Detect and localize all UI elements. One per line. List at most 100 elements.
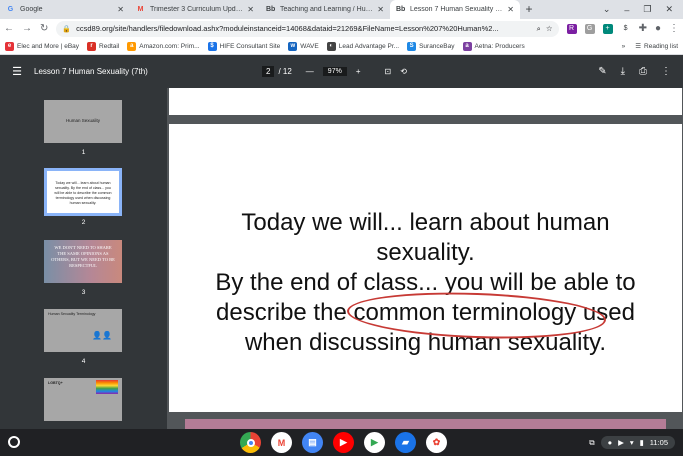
photos-icon[interactable]: ✿	[426, 432, 447, 453]
bookmark-wave[interactable]: w WAVE	[288, 41, 319, 51]
bookmark-icon: a	[127, 41, 137, 51]
zoom-search-icon[interactable]: ⌕	[537, 24, 541, 34]
thumbnail-number: 2	[81, 219, 86, 226]
bookmark-icon: a	[462, 41, 472, 51]
blackboard-icon: Bb	[266, 6, 276, 13]
bookmark-ebay[interactable]: e Elec and More | eBay	[5, 41, 80, 51]
blackboard-icon: Bb	[396, 6, 406, 13]
tab-google[interactable]: G Google ✕	[0, 0, 130, 19]
thumbnail-number: 1	[81, 149, 86, 156]
forward-icon[interactable]: →	[22, 23, 32, 34]
page-total: / 12	[278, 67, 292, 76]
tab-title: Trimester 3 Curriculum Update:	[150, 6, 244, 13]
address-url: ccsd89.org/site/handlers/filedownload.as…	[76, 24, 499, 33]
clock: 11:05	[649, 438, 668, 447]
thumbnail-text: Human Sexuality Terminology	[48, 312, 96, 316]
menu-icon[interactable]: ☰	[0, 65, 34, 78]
status-area[interactable]: ⧉ ● ▶ ▾ ▮ 11:05	[589, 434, 675, 451]
thumbnail-page-1[interactable]: Human Sexuality	[44, 100, 122, 143]
pdf-page-1	[169, 88, 682, 115]
thumbnail-page-2[interactable]: Today we will... learn about human sexua…	[44, 168, 122, 216]
close-window-icon[interactable]: ✕	[665, 4, 673, 15]
reload-icon[interactable]: ↻	[40, 23, 48, 34]
bookmark-label: SuranceBay	[419, 42, 455, 50]
bookmark-icon: $	[207, 41, 217, 51]
reading-list-button[interactable]: ☰ Reading list	[635, 42, 678, 51]
os-shelf: M ▤ ▶ ▶ ▰ ✿ ⧉ ● ▶ ▾ ▮ 11:05	[0, 429, 683, 456]
more-actions-icon[interactable]: ⋮	[661, 66, 671, 77]
close-tab-icon[interactable]: ✕	[247, 5, 254, 14]
screen-capture-icon[interactable]: ⧉	[589, 438, 594, 448]
thumbnail-page-4[interactable]: Human Sexuality Terminology 👤👤	[44, 309, 122, 352]
bookmark-lead-advantage[interactable]: ◐ Lead Advantage Pr...	[326, 41, 400, 51]
extension-icon[interactable]: $	[620, 23, 631, 34]
play-store-icon[interactable]: ▶	[364, 432, 385, 453]
profile-avatar[interactable]: ●	[655, 23, 661, 34]
bookmark-hife[interactable]: $ HIFE Consultant Site	[207, 41, 280, 51]
reading-list-icon: ☰	[635, 43, 642, 50]
tab-lesson7[interactable]: Bb Lesson 7 Human Sexuality (7th) ✕	[390, 0, 520, 19]
close-tab-icon[interactable]: ✕	[507, 5, 514, 14]
tab-trimester[interactable]: M Trimester 3 Curriculum Update: ✕	[130, 0, 260, 19]
more-menu-icon[interactable]: ⋮	[669, 23, 679, 34]
docs-icon[interactable]: ▤	[302, 432, 323, 453]
bookmark-label: Elec and More | eBay	[17, 42, 80, 50]
pdf-viewer[interactable]: Today we will... learn about human sexua…	[167, 88, 683, 429]
bookmark-label: Lead Advantage Pr...	[338, 42, 400, 50]
window-controls: ⌄ – ❐ ✕	[603, 0, 683, 19]
annotate-pen-icon[interactable]: ✎	[598, 66, 606, 77]
extension-icon[interactable]: R	[566, 23, 577, 34]
bookmark-icon: S	[407, 41, 417, 51]
bookmark-icon: r	[87, 41, 97, 51]
bookmark-amazon[interactable]: a Amazon.com: Prim...	[127, 41, 200, 51]
zoom-out-button[interactable]: —	[306, 67, 314, 76]
bookmark-aetna[interactable]: a Aetna: Producers	[462, 41, 525, 51]
media-icon: ●	[607, 438, 613, 447]
extensions-puzzle-icon[interactable]: ✚	[639, 23, 647, 34]
slide-text-pre: describe the	[216, 299, 354, 326]
slide-body: Today we will... learn about human sexua…	[169, 208, 682, 358]
bookmark-label: WAVE	[300, 42, 319, 50]
thumbnail-number: 4	[81, 358, 86, 365]
browser-toolbar: ← → ↻ 🔒 ccsd89.org/site/handlers/filedow…	[0, 19, 683, 38]
thumbnail-page-5[interactable]: LGBTQ+	[44, 378, 122, 421]
files-icon[interactable]: ▰	[395, 432, 416, 453]
tab-search-icon[interactable]: ⌄	[603, 4, 611, 15]
system-tray[interactable]: ● ▶ ▾ ▮ 11:05	[600, 436, 675, 449]
gmail-icon[interactable]: M	[271, 432, 292, 453]
chrome-icon[interactable]	[240, 432, 261, 453]
bookmark-label: Amazon.com: Prim...	[139, 42, 200, 50]
slide-line: describe the common terminology used	[169, 298, 682, 328]
tab-strip: G Google ✕ M Trimester 3 Curriculum Upda…	[0, 0, 683, 19]
download-icon[interactable]: ⤓	[621, 66, 625, 77]
more-bookmarks-icon[interactable]: »	[622, 43, 626, 50]
extension-icon[interactable]: G	[584, 23, 595, 34]
thumbnail-page-3[interactable]: WE DON'T NEED TO SHARE THE SAME OPINIONS…	[44, 240, 122, 283]
gmail-icon: M	[137, 6, 144, 13]
google-icon: G	[7, 6, 14, 13]
fit-page-icon[interactable]: ⊡	[384, 67, 391, 76]
zoom-in-button[interactable]: +	[356, 67, 361, 76]
youtube-icon[interactable]: ▶	[333, 432, 354, 453]
zoom-level[interactable]: 97%	[322, 67, 347, 76]
close-tab-icon[interactable]: ✕	[377, 5, 384, 14]
back-icon[interactable]: ←	[4, 23, 14, 34]
tab-teaching[interactable]: Bb Teaching and Learning / Human ✕	[260, 0, 390, 19]
extension-icon[interactable]: +	[602, 23, 613, 34]
rotate-icon[interactable]: ⟲	[400, 67, 407, 76]
close-tab-icon[interactable]: ✕	[117, 5, 124, 14]
address-bar[interactable]: 🔒 ccsd89.org/site/handlers/filedownload.…	[56, 20, 559, 37]
page-number-input[interactable]: 2	[262, 66, 275, 77]
maximize-icon[interactable]: ❐	[643, 4, 651, 15]
zoom-controls: — 97% + ⊡ ⟲	[306, 67, 407, 76]
bookmark-star-icon[interactable]: ☆	[546, 24, 553, 33]
minimize-icon[interactable]: –	[624, 5, 629, 15]
tab-title: Lesson 7 Human Sexuality (7th)	[410, 6, 504, 13]
launcher-icon[interactable]	[8, 436, 20, 448]
bookmark-surancebay[interactable]: S SuranceBay	[407, 41, 455, 51]
circled-annotation: common terminology	[353, 299, 577, 326]
print-icon[interactable]: ⎙	[639, 66, 647, 77]
tab-title: Google	[20, 6, 43, 13]
bookmark-redtail[interactable]: r Redtail	[87, 41, 119, 51]
new-tab-button[interactable]: +	[520, 0, 538, 19]
